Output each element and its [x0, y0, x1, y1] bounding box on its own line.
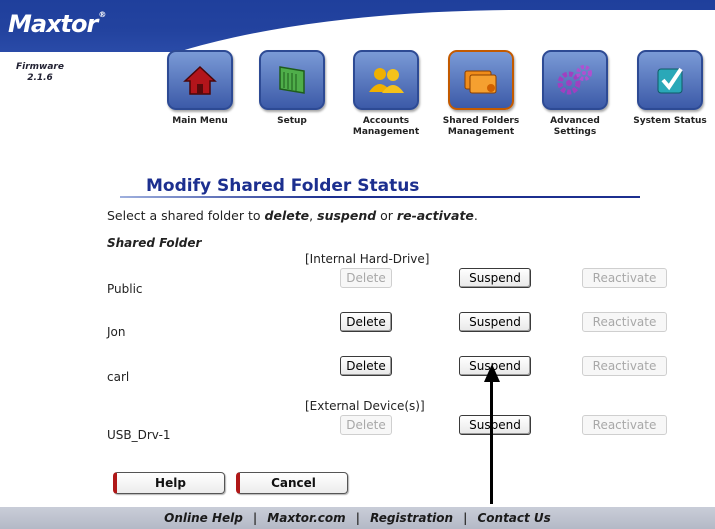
firmware-label: Firmware: [16, 62, 64, 72]
footer-bar: Online Help | Maxtor.com | Registration | Cont…: [0, 507, 715, 529]
footer-link-online-help[interactable]: Online Help: [164, 511, 243, 525]
delete-button-jon[interactable]: Delete: [340, 312, 392, 332]
footer-separator: |: [463, 511, 468, 525]
nav-shared-folders-management[interactable]: Shared Folders Management: [441, 50, 521, 138]
group-label-internal: [Internal Hard-Drive]: [305, 252, 430, 266]
footer-link-contact-us[interactable]: Contact Us: [477, 511, 550, 525]
nav-label: Shared Folders Management: [442, 116, 520, 137]
firmware-number: 2.1.6: [27, 73, 53, 83]
header-curve: [70, 10, 715, 52]
instructions-or: or: [376, 208, 397, 223]
nav-label: System Status: [633, 116, 707, 126]
nav-advanced-settings[interactable]: Advanced Settings: [535, 50, 615, 138]
footer-separator: |: [355, 511, 361, 525]
reactivate-button-jon: Reactivate: [582, 312, 667, 332]
annotation-arrow-head: [484, 364, 500, 382]
instructions-suspend: suspend: [317, 208, 377, 223]
folder-name-usb-drv-1: USB_Drv-1: [107, 428, 171, 442]
nav-system-status[interactable]: System Status: [630, 50, 710, 127]
title-divider: [120, 196, 640, 198]
reactivate-button-carl: Reactivate: [582, 356, 667, 376]
delete-button-public: Delete: [340, 268, 392, 288]
folder-name-carl: carl: [107, 370, 130, 384]
annotation-arrow-shaft: [490, 380, 493, 504]
nav-label: Accounts Management: [352, 116, 420, 137]
nav-main-menu[interactable]: Main Menu: [160, 50, 240, 127]
firmware-version: Firmware 2.1.6: [10, 62, 70, 84]
suspend-button-usb-drv-1[interactable]: Suspend: [459, 415, 531, 435]
folder-name-jon: Jon: [107, 325, 126, 339]
header-banner: Maxtor®: [0, 0, 715, 52]
drive-icon[interactable]: [259, 50, 325, 110]
instructions-period: .: [473, 208, 478, 223]
nav-accounts-management[interactable]: Accounts Management: [346, 50, 426, 138]
maxtor-logo: Maxtor®: [8, 10, 106, 38]
reactivate-button-usb-drv-1: Reactivate: [582, 415, 667, 435]
instructions-text: Select a shared folder to delete, suspen…: [107, 208, 478, 223]
footer-link-registration[interactable]: Registration: [370, 511, 453, 525]
page-title: Modify Shared Folder Status: [146, 176, 420, 196]
gears-icon[interactable]: [542, 50, 608, 110]
cancel-button[interactable]: Cancel: [236, 472, 348, 494]
nav-label: Advanced Settings: [550, 116, 600, 137]
footer-separator: |: [252, 511, 258, 525]
group-label-external: [External Device(s)]: [305, 399, 425, 413]
nav-label: Main Menu: [172, 116, 228, 126]
suspend-button-jon[interactable]: Suspend: [459, 312, 531, 332]
suspend-button-public[interactable]: Suspend: [459, 268, 531, 288]
users-icon[interactable]: [353, 50, 419, 110]
help-button[interactable]: Help: [113, 472, 225, 494]
reactivate-button-public: Reactivate: [582, 268, 667, 288]
nav-setup[interactable]: Setup: [252, 50, 332, 127]
logo-trademark: ®: [98, 10, 106, 19]
instructions-prefix: Select a shared folder to: [107, 208, 265, 223]
instructions-reactivate: re-activate: [396, 208, 474, 223]
checkmark-icon[interactable]: [637, 50, 703, 110]
instructions-delete: delete: [264, 208, 310, 223]
instructions-comma: ,: [309, 208, 318, 223]
folder-name-public: Public: [107, 282, 143, 296]
delete-button-carl[interactable]: Delete: [340, 356, 392, 376]
logo-text: Maxtor: [8, 10, 98, 38]
house-icon[interactable]: [167, 50, 233, 110]
delete-button-usb-drv-1: Delete: [340, 415, 392, 435]
column-header-shared-folder: Shared Folder: [107, 236, 202, 250]
nav-label: Setup: [277, 116, 307, 126]
folders-icon[interactable]: [448, 50, 514, 110]
footer-link-maxtor[interactable]: Maxtor.com: [267, 511, 345, 525]
